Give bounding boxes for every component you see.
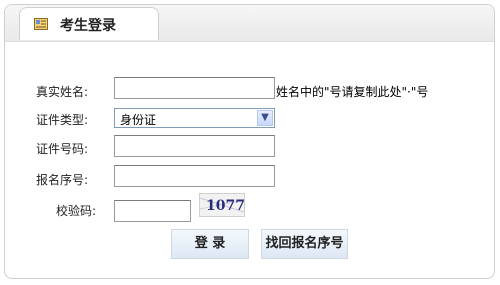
chevron-down-icon[interactable]: ▼ — [257, 110, 273, 126]
recover-reg-number-button[interactable]: 找回报名序号 — [261, 229, 348, 259]
captcha-text: 1077 — [206, 198, 244, 214]
id-type-value: 身份证 — [120, 113, 157, 127]
id-type-label: 证件类型: — [36, 113, 89, 127]
captcha-image[interactable]: 1077 — [199, 193, 245, 217]
captcha-label: 校验码: — [56, 204, 97, 218]
panel-tab: 考生登录 — [19, 7, 159, 40]
captcha-input[interactable] — [114, 200, 191, 222]
login-panel: 考生登录 真实姓名: 姓名中的"号请复制此处"·"号 证件类型: 身份证 ▼ 证… — [4, 4, 495, 279]
reg-number-label: 报名序号: — [36, 173, 89, 187]
panel-header: 考生登录 — [5, 5, 494, 42]
reg-number-input[interactable] — [114, 165, 275, 187]
id-number-label: 证件号码: — [36, 142, 89, 156]
panel-title: 考生登录 — [60, 18, 116, 34]
name-input[interactable] — [114, 77, 275, 99]
name-label: 真实姓名: — [36, 85, 89, 99]
login-icon — [34, 18, 48, 30]
name-hint: 姓名中的"号请复制此处"·"号 — [276, 85, 429, 99]
id-type-select[interactable]: 身份证 ▼ — [114, 108, 275, 128]
login-button[interactable]: 登 录 — [171, 229, 249, 259]
id-number-input[interactable] — [114, 135, 275, 157]
